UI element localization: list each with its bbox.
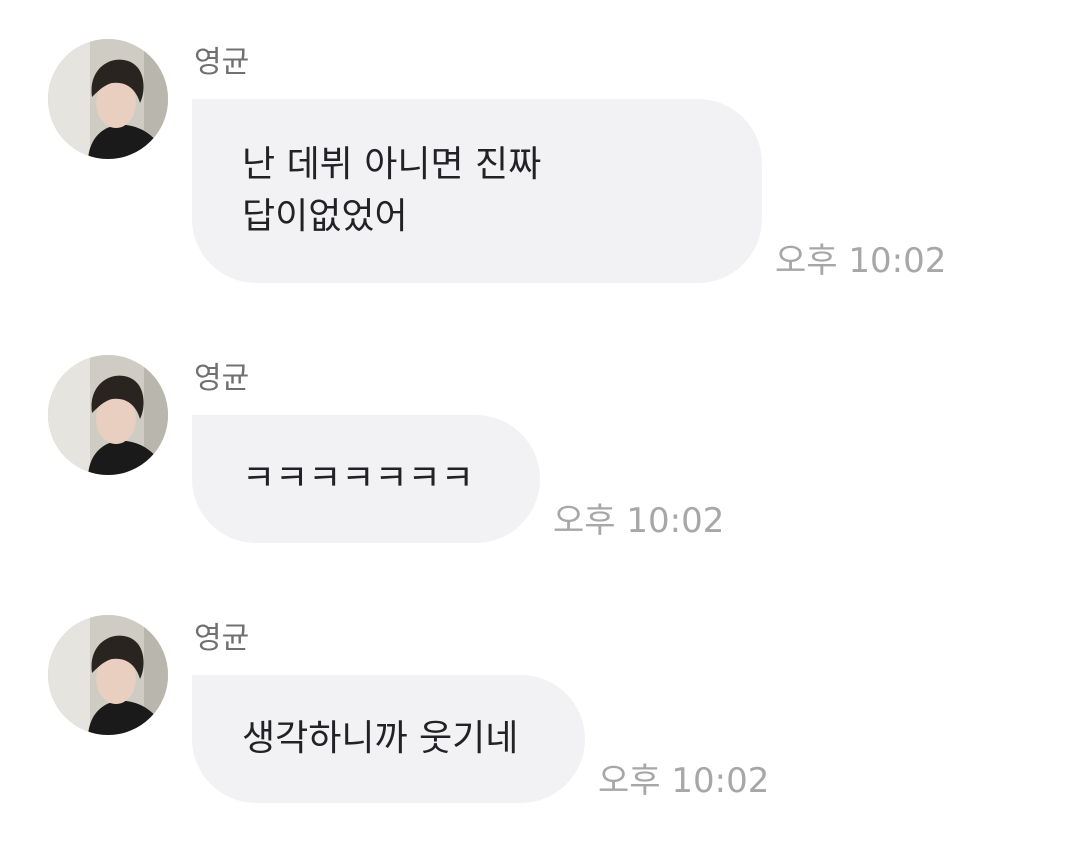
sender-avatar[interactable]	[48, 355, 168, 475]
message-timestamp: 오후 10:02	[553, 501, 725, 541]
sender-name: 영균	[194, 621, 250, 656]
message-bubble[interactable]: 난 데뷔 아니면 진짜 답이없었어	[192, 99, 762, 283]
message-text: ㅋㅋㅋㅋㅋㅋㅋ	[242, 458, 474, 499]
sender-avatar[interactable]	[48, 39, 168, 159]
sender-name: 영균	[194, 45, 250, 80]
sender-avatar[interactable]	[48, 615, 168, 735]
message-timestamp: 오후 10:02	[598, 761, 770, 801]
message-text: 난 데뷔 아니면 진짜 답이없었어	[242, 144, 542, 237]
avatar-photo	[48, 355, 168, 475]
sender-name: 영균	[194, 361, 250, 396]
avatar-photo	[48, 615, 168, 735]
message-text: 생각하니까 웃기네	[242, 718, 519, 759]
message-bubble[interactable]: ㅋㅋㅋㅋㅋㅋㅋ	[192, 415, 540, 543]
message-timestamp: 오후 10:02	[775, 241, 947, 281]
message-bubble[interactable]: 생각하니까 웃기네	[192, 675, 585, 803]
avatar-photo	[48, 39, 168, 159]
